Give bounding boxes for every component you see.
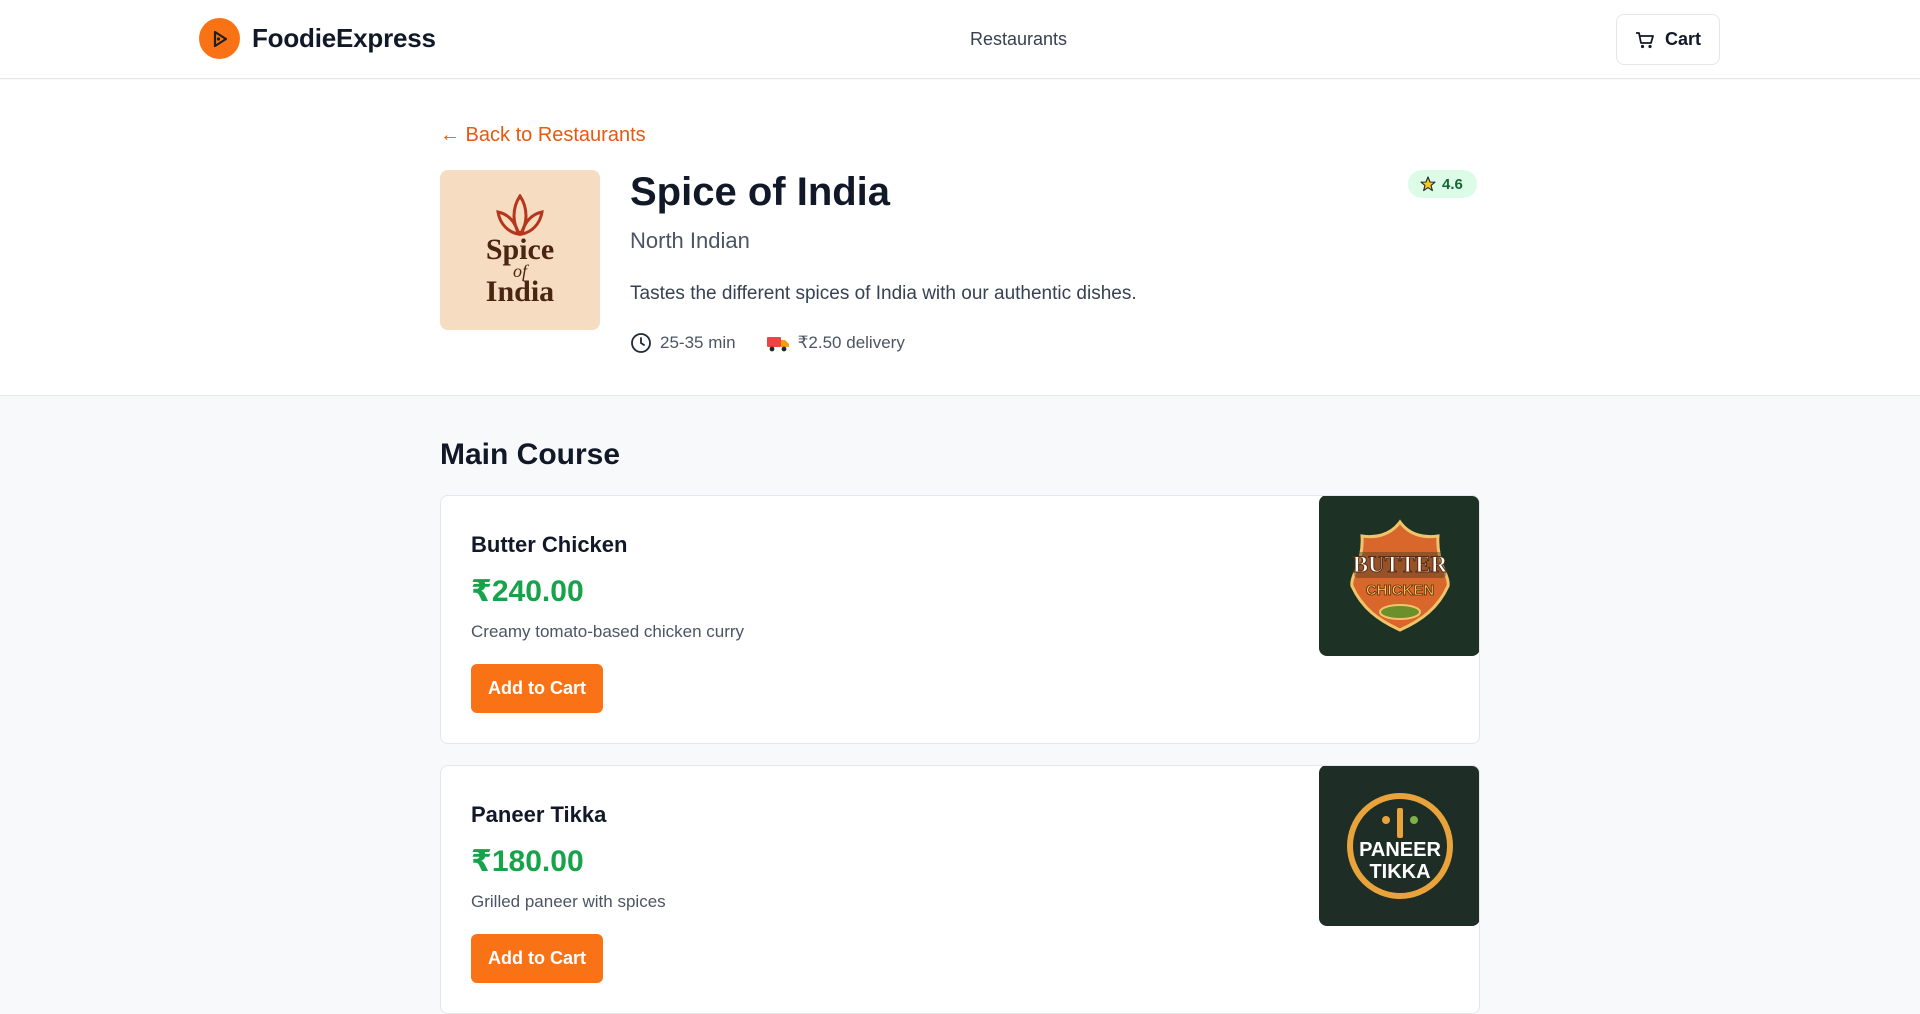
restaurant-cuisine: North Indian [630, 228, 750, 253]
menu-item-price: ₹180.00 [471, 845, 584, 878]
brand-link[interactable]: FoodieExpress [199, 18, 436, 59]
cart-button[interactable]: Cart [1616, 14, 1720, 65]
cart-label: Cart [1664, 29, 1701, 49]
star-icon [1420, 176, 1436, 192]
add-to-cart-button[interactable]: Add to Cart [471, 664, 603, 713]
leaf-logo-icon [496, 194, 544, 236]
logo-text-line-1: Spice [485, 233, 555, 266]
rating-badge: 4.6 [1408, 170, 1477, 198]
brand-name: FoodieExpress [252, 23, 436, 53]
back-to-restaurants-link[interactable]: ← Back to Restaurants [440, 124, 646, 147]
logo-text-line-3: India [485, 275, 555, 308]
restaurant-header: ← Back to Restaurants Spice of India Spi… [0, 80, 1920, 396]
delivery-fee: ₹2.50 delivery [797, 333, 905, 352]
image-text-line-1: PANEER [1359, 839, 1441, 861]
rating-value: 4.6 [1442, 175, 1463, 193]
menu-item-name: Paneer Tikka [471, 802, 607, 827]
image-text-line-2: CHICKEN [1365, 582, 1433, 599]
menu-item-image: PANEER TIKKA [1319, 766, 1479, 926]
delivery-truck-icon [766, 337, 789, 352]
add-to-cart-button[interactable]: Add to Cart [471, 934, 603, 983]
nav-restaurants-link[interactable]: Restaurants [970, 29, 1067, 50]
menu-item-image: BUTTER CHICKEN [1319, 496, 1479, 656]
top-navbar: FoodieExpress Restaurants Cart [0, 0, 1920, 79]
restaurant-meta: 25-35 min ₹2.50 delivery [630, 332, 905, 354]
brand-logo-icon [199, 18, 240, 59]
menu-item-name: Butter Chicken [471, 532, 628, 557]
menu-item-description: Creamy tomato-based chicken curry [471, 622, 745, 641]
menu-section-title: Main Course [440, 438, 621, 471]
menu-item-price: ₹240.00 [471, 575, 584, 608]
restaurant-name: Spice of India [630, 170, 891, 214]
clock-icon [631, 333, 651, 353]
menu-item-card: Paneer Tikka ₹180.00 Grilled paneer with… [440, 765, 1480, 1014]
cart-icon [1635, 31, 1654, 48]
restaurant-logo: Spice of India [440, 170, 600, 330]
restaurant-description: Tastes the different spices of India wit… [630, 283, 1137, 304]
menu-item-card: Butter Chicken ₹240.00 Creamy tomato-bas… [440, 495, 1480, 744]
menu-item-description: Grilled paneer with spices [471, 892, 666, 911]
image-text-line-2: TIKKA [1369, 861, 1430, 883]
delivery-time: 25-35 min [660, 333, 736, 352]
image-text-line-1: BUTTER [1352, 552, 1447, 577]
